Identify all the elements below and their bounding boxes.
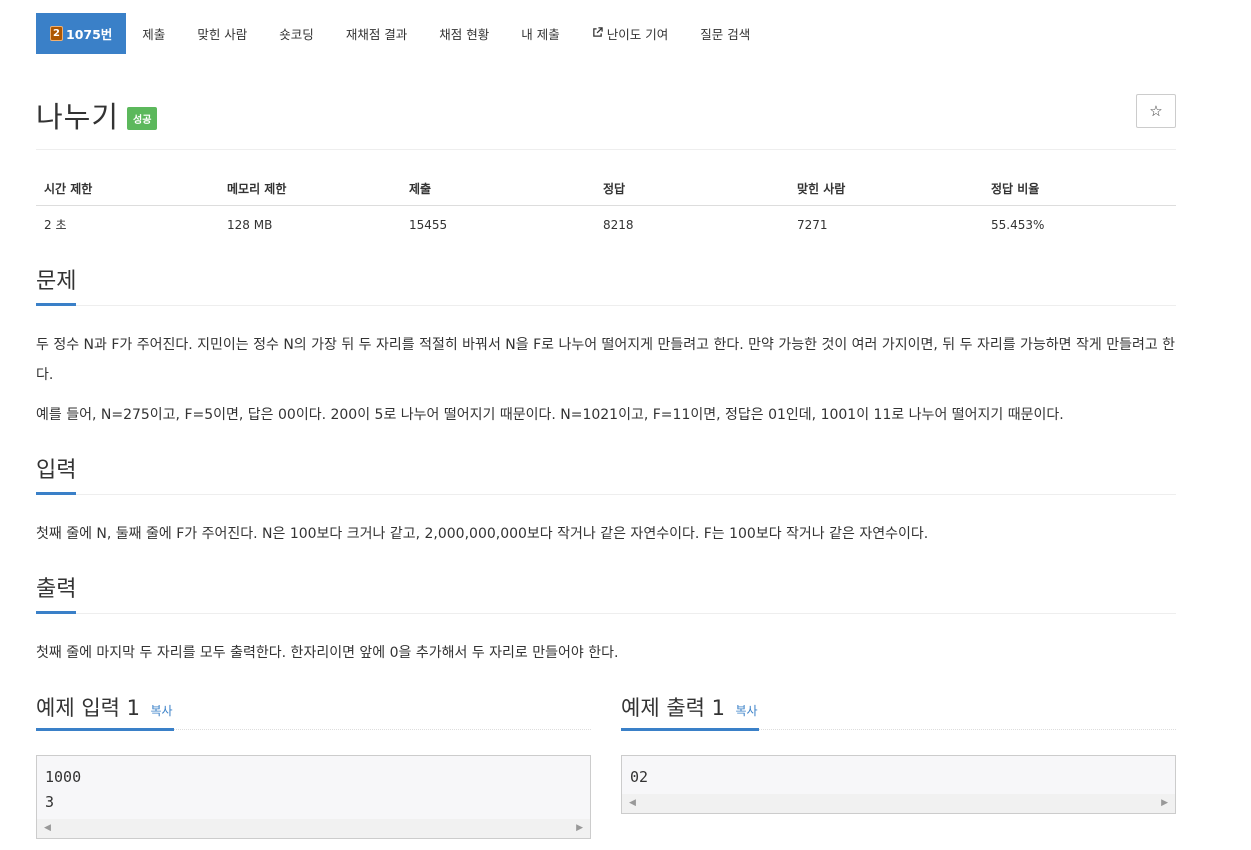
table-cell: 8218 [603, 217, 634, 232]
tab-submit[interactable]: 제출 [126, 13, 181, 54]
description-header: 문제 [36, 263, 1176, 306]
samples-row: 예제 입력 1 복사 1000 3 ◀ ▶ 예제 출력 1 복사 02 ◀ ▶ [36, 692, 1176, 839]
divider [36, 149, 1176, 150]
column-header: 제출 [401, 172, 595, 206]
sample-title: 예제 입력 1 [36, 696, 140, 720]
table-cell: 7271 [797, 217, 828, 232]
tab-label: 채점 현황 [439, 27, 490, 42]
description-paragraph: 두 정수 N과 F가 주어진다. 지민이는 정수 N의 가장 뒤 두 자리를 적… [36, 337, 1176, 383]
tab-label: 1075번 [66, 27, 113, 42]
copy-link[interactable]: 복사 [735, 704, 757, 718]
section-title: 문제 [36, 269, 77, 294]
tab-my-submissions[interactable]: 내 제출 [505, 13, 575, 54]
tab-problem[interactable]: 2 1075번 [36, 13, 127, 54]
sample-output: 예제 출력 1 복사 02 ◀ ▶ [621, 692, 1176, 839]
tab-label: 제출 [142, 27, 166, 42]
sample-output-content[interactable]: 02 [621, 755, 1176, 794]
tab-label: 내 제출 [521, 27, 560, 42]
tab-question-search[interactable]: 질문 검색 [684, 13, 766, 54]
sample-input-header: 예제 입력 1 복사 [36, 692, 591, 731]
column-header: 정답 [595, 172, 789, 206]
page-container: 2 1075번 제출 맞힌 사람 숏코딩 재채점 결과 채점 현황 내 제출 난… [36, 13, 1176, 839]
tab-status[interactable]: 채점 현황 [423, 13, 505, 54]
section-underline [621, 728, 759, 731]
table-cell: 15455 [409, 217, 448, 232]
problem-menu: 2 1075번 제출 맞힌 사람 숏코딩 재채점 결과 채점 현황 내 제출 난… [36, 13, 1176, 54]
column-header: 맞힌 사람 [789, 172, 983, 206]
column-header: 시간 제한 [36, 172, 219, 206]
scroll-left-icon[interactable]: ◀ [629, 798, 636, 808]
section-underline [36, 728, 174, 731]
input-paragraph: 첫째 줄에 N, 둘째 줄에 F가 주어진다. N은 100보다 크거나 같고,… [36, 526, 929, 542]
output-paragraph: 첫째 줄에 마지막 두 자리를 모두 출력한다. 한자리이면 앞에 0을 추가해… [36, 645, 619, 661]
sample-input: 예제 입력 1 복사 1000 3 ◀ ▶ [36, 692, 591, 839]
output-header: 출력 [36, 571, 1176, 614]
status-badge: 성공 [127, 107, 158, 130]
sample-input-content[interactable]: 1000 3 [36, 755, 591, 819]
copy-link[interactable]: 복사 [150, 704, 172, 718]
tab-label: 난이도 기여 [606, 27, 669, 42]
tab-short-coding[interactable]: 숏코딩 [263, 13, 330, 54]
table-cell: 55.453% [991, 217, 1045, 232]
table-row: 2 초 128 MB 15455 8218 7271 55.453% [36, 206, 1176, 244]
scroll-right-icon[interactable]: ▶ [576, 823, 583, 833]
tier-icon: 2 [50, 26, 63, 41]
section-title: 출력 [36, 577, 77, 602]
table-cell: 2 초 [44, 218, 67, 232]
section-underline [36, 611, 76, 614]
page-title: 나누기 [36, 99, 120, 134]
star-icon: ☆ [1149, 102, 1163, 120]
horizontal-scrollbar[interactable]: ◀ ▶ [621, 794, 1176, 814]
favorite-button[interactable]: ☆ [1136, 94, 1176, 128]
tab-difficulty-contribution[interactable]: 난이도 기여 [576, 13, 684, 54]
sample-title: 예제 출력 1 [621, 696, 725, 720]
external-link-icon [592, 26, 603, 41]
section-underline [36, 492, 76, 495]
problem-info-table: 시간 제한 메모리 제한 제출 정답 맞힌 사람 정답 비율 2 초 128 M… [36, 172, 1176, 243]
tab-rejudge[interactable]: 재채점 결과 [330, 13, 423, 54]
section-title: 입력 [36, 458, 77, 483]
table-cell: 128 MB [227, 217, 273, 232]
table-header-row: 시간 제한 메모리 제한 제출 정답 맞힌 사람 정답 비율 [36, 172, 1176, 206]
description-paragraph: 예를 들어, N=275이고, F=5이면, 답은 00이다. 200이 5로 … [36, 407, 1064, 423]
tab-label: 맞힌 사람 [197, 27, 248, 42]
title-row: 나누기 성공 ☆ [36, 94, 1176, 135]
column-header: 메모리 제한 [219, 172, 401, 206]
tab-label: 질문 검색 [700, 27, 751, 42]
scroll-left-icon[interactable]: ◀ [44, 823, 51, 833]
horizontal-scrollbar[interactable]: ◀ ▶ [36, 819, 591, 839]
sample-output-header: 예제 출력 1 복사 [621, 692, 1176, 731]
section-underline [36, 303, 76, 306]
tab-label: 숏코딩 [279, 27, 314, 42]
tab-label: 재채점 결과 [345, 27, 408, 42]
tab-solved-users[interactable]: 맞힌 사람 [181, 13, 263, 54]
column-header: 정답 비율 [983, 172, 1176, 206]
scroll-right-icon[interactable]: ▶ [1161, 798, 1168, 808]
input-header: 입력 [36, 452, 1176, 495]
